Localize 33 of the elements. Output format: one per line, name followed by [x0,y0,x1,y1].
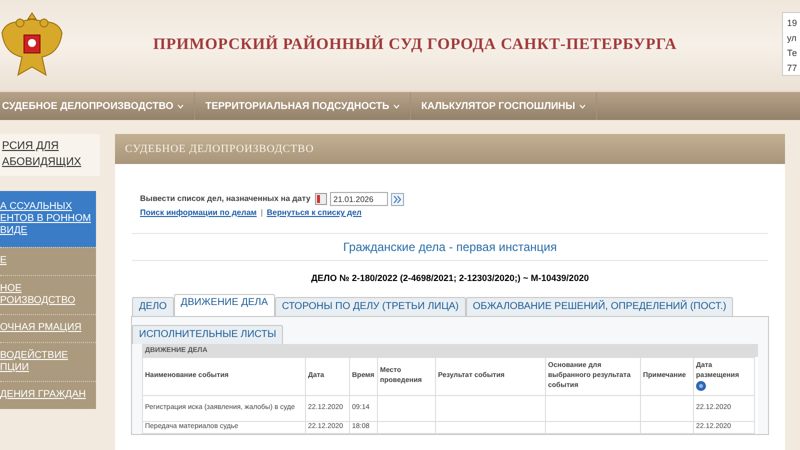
page-link[interactable]: Вернуться к списку дел [266,207,362,219]
panel-title-bar: СУДЕБНОЕ ДЕЛОПРОИЗВОДСТВО [115,134,785,164]
section-title: Гражданские дела - первая инстанция [342,239,558,256]
tab[interactable]: ОБЖАЛОВАНИЕ РЕШЕНИЙ, ОПРЕДЕЛЕНИЙ (ПОСТ.) [466,296,734,316]
nav-menu-item[interactable]: СУДЕБНОЕ ДЕЛОПРОИЗВОДСТВО [0,92,196,120]
nav-menu-item[interactable]: КАЛЬКУЛЯТОР ГОСПОШЛИНЫ [411,92,598,120]
table-cell [378,395,436,421]
caret-icon [177,104,184,108]
tab[interactable]: ДВИЖЕНИЕ ДЕЛА [174,294,275,316]
table-cell [640,421,694,433]
caret-icon [579,104,586,108]
tab[interactable]: ИСПОЛНИТЕЛЬНЫЕ ЛИСТЫ [132,324,284,344]
table-cell [640,395,694,421]
date-filter-label: Вывести список дел, назначенных на дату [140,193,310,205]
tab[interactable]: СТОРОНЫ ПО ДЕЛУ (ТРЕТЬИ ЛИЦА) [274,296,466,316]
caret-icon [393,104,400,108]
court-title: ПРИМОРСКИЙ РАЙОННЫЙ СУД ГОРОДА САНКТ-ПЕТЕРБУРГА [153,34,677,55]
address-line: 19 [787,17,798,30]
tab[interactable]: ДЕЛО [132,296,174,316]
help-icon[interactable] [696,381,706,391]
address-line: Те [787,47,798,60]
table-cell [378,421,436,433]
go-arrow-icon[interactable] [391,192,404,206]
accessibility-link[interactable]: РСИЯ ДЛЯ АБОВИДЯЩИХ [0,134,100,176]
address-line: ул [787,32,798,45]
page-link[interactable]: Поиск информации по делам [140,207,257,219]
address-line: 77 [787,62,798,75]
nav-menu-item[interactable]: ТЕРРИТОРИАЛЬНАЯ ПОДСУДНОСТЬ [195,92,412,120]
calendar-icon[interactable] [315,193,328,205]
sidebar-menu-item[interactable]: А ССУАЛЬНЫХ ЕНТОВ В РОННОМ ВИДЕ [0,191,96,247]
link-separator: | [260,207,263,219]
date-input-field[interactable]: 21.01.2026 [330,192,388,206]
case-number: ДЕЛО № 2-180/2022 (2-4698/2021; 2-12303/2020;) ~ М-10439/2020 [310,272,590,285]
